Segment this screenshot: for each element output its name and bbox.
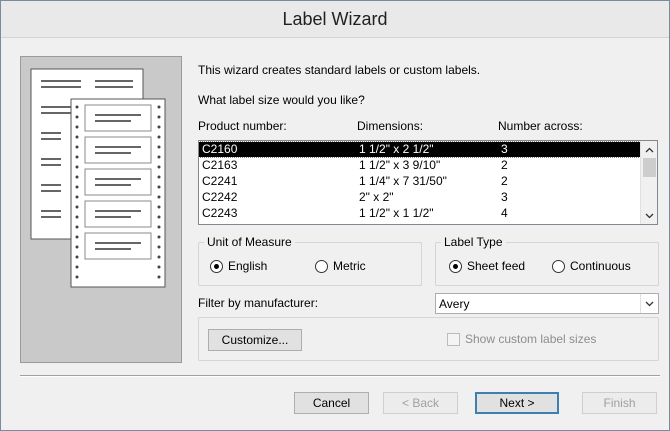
radio-button[interactable]: [552, 259, 565, 273]
row-dimensions: 1 1/2" x 1 1/2": [359, 206, 434, 220]
row-across: 3: [501, 142, 508, 156]
row-across: 2: [501, 158, 508, 172]
show-custom-sizes-label: Show custom label sizes: [465, 332, 597, 346]
manufacturer-select[interactable]: Avery: [435, 293, 659, 314]
row-dimensions: 1 1/2" x 2 1/2": [359, 142, 434, 156]
show-custom-sizes-checkbox[interactable]: Show custom label sizes: [447, 332, 596, 346]
row-dimensions: 2" x 2": [359, 190, 394, 204]
sheet-feed-label: Sheet feed: [467, 259, 526, 273]
intro-text: This wizard creates standard labels or c…: [198, 63, 481, 77]
column-header-across: Number across:: [498, 119, 583, 133]
english-label: English: [228, 259, 268, 273]
label-wizard-window: Label Wizard This wizard creates standar…: [0, 0, 670, 431]
chevron-down-icon[interactable]: [640, 294, 658, 313]
scroll-thumb[interactable]: [643, 158, 656, 177]
row-product: C2160: [202, 142, 238, 156]
label-type-label: Label Type: [441, 235, 506, 249]
filter-label: Filter by manufacturer:: [198, 296, 319, 310]
metric-label: Metric: [333, 259, 366, 273]
metric-radio[interactable]: Metric: [315, 259, 366, 273]
list-row[interactable]: C2163 1 1/2" x 3 9/10" 2: [199, 158, 640, 173]
unit-of-measure-label: Unit of Measure: [204, 235, 295, 249]
manufacturer-value: Avery: [439, 297, 470, 311]
next-button[interactable]: Next >: [475, 392, 559, 414]
label-sheet-icon: [30, 68, 166, 288]
continuous-label: Continuous: [570, 259, 631, 273]
sheet-feed-radio[interactable]: Sheet feed: [449, 259, 525, 273]
radio-button[interactable]: [315, 259, 328, 273]
column-header-product: Product number:: [198, 119, 287, 133]
row-across: 4: [501, 206, 508, 220]
row-across: 2: [501, 174, 508, 188]
column-header-dimensions: Dimensions:: [357, 119, 424, 133]
list-row[interactable]: C2241 1 1/4" x 7 31/50" 2: [199, 174, 640, 189]
back-button[interactable]: < Back: [383, 392, 458, 414]
english-radio[interactable]: English: [210, 259, 267, 273]
chevron-down-icon[interactable]: [641, 207, 657, 224]
row-product: C2243: [202, 206, 238, 220]
cancel-button[interactable]: Cancel: [294, 392, 369, 414]
list-row[interactable]: C2160 1 1/2" x 2 1/2" 3: [199, 141, 641, 158]
list-scrollbar[interactable]: [640, 141, 657, 224]
row-dimensions: 1 1/2" x 3 9/10": [359, 158, 441, 172]
radio-button-checked[interactable]: [210, 259, 223, 273]
row-product: C2163: [202, 158, 238, 172]
customize-button[interactable]: Customize...: [208, 329, 302, 351]
question-text: What label size would you like?: [198, 93, 365, 107]
label-size-list[interactable]: C2160 1 1/2" x 2 1/2" 3 C2163 1 1/2" x 3…: [198, 140, 658, 225]
chevron-up-icon[interactable]: [641, 141, 657, 158]
list-row[interactable]: C2243 1 1/2" x 1 1/2" 4: [199, 206, 640, 221]
label-sheet-illustration: [20, 56, 182, 363]
checkbox-box[interactable]: [447, 332, 460, 346]
row-across: 3: [501, 190, 508, 204]
continuous-radio[interactable]: Continuous: [552, 259, 631, 273]
finish-button[interactable]: Finish: [582, 392, 657, 414]
row-dimensions: 1 1/4" x 7 31/50": [359, 174, 447, 188]
radio-button-checked[interactable]: [449, 259, 462, 273]
title-bar: Label Wizard: [1, 1, 669, 38]
separator: [20, 375, 660, 377]
row-product: C2241: [202, 174, 238, 188]
list-row[interactable]: C2242 2" x 2" 3: [199, 190, 640, 205]
window-title: Label Wizard: [282, 8, 388, 29]
row-product: C2242: [202, 190, 238, 204]
